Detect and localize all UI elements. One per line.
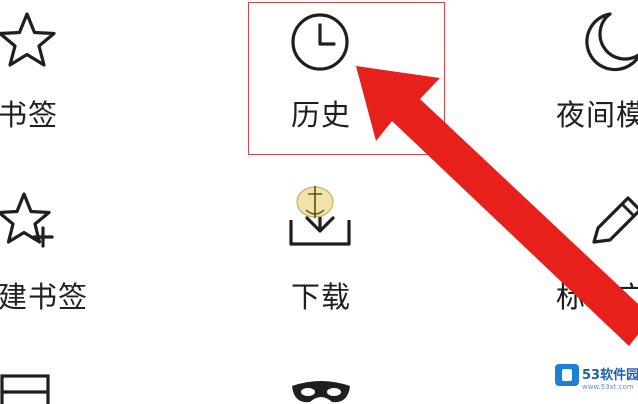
- downloads-label[interactable]: 下载: [291, 280, 351, 314]
- window-icon[interactable]: [0, 372, 56, 404]
- watermark-logo-icon: [555, 364, 579, 386]
- watermark-name: 53软件园: [582, 368, 638, 383]
- night-mode-label[interactable]: 夜间模: [556, 98, 638, 132]
- star-icon[interactable]: [0, 8, 60, 72]
- watermark-url: www.53xt.com: [582, 383, 634, 391]
- incognito-mask-icon[interactable]: [288, 378, 354, 404]
- moon-icon[interactable]: [580, 6, 638, 76]
- clock-icon[interactable]: [288, 10, 354, 74]
- add-bookmark-label[interactable]: 建书签: [0, 280, 88, 314]
- history-label[interactable]: 历史: [291, 98, 351, 132]
- cursor-sticker-icon: [296, 186, 334, 218]
- add-bookmark-star-icon[interactable]: [0, 188, 60, 252]
- bookmarks-label[interactable]: 书签: [0, 98, 58, 132]
- pencil-icon[interactable]: [584, 190, 638, 250]
- mark-ads-label[interactable]: 标识广: [556, 280, 638, 314]
- menu-grid-screen: 书签 历史 夜间模 建书签 下载 标识广 53软件园 www.53xt.com: [0, 0, 638, 404]
- site-watermark: 53软件园 www.53xt.com: [553, 360, 638, 400]
